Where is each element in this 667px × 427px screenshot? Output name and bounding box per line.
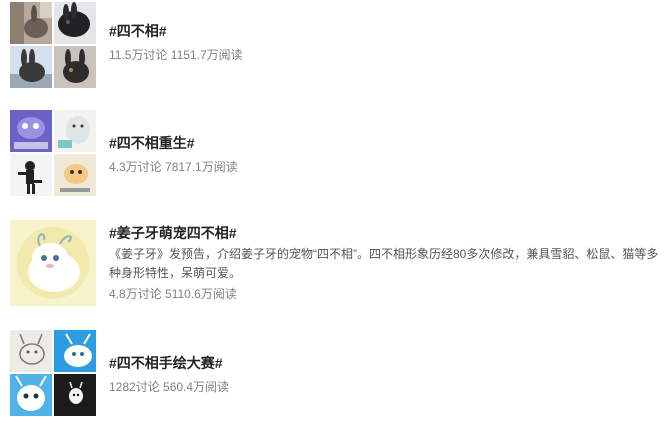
topic-description: 《姜子牙》发预告，介绍姜子牙的宠物“四不相”。四不相形象历经80多次修改，兼具雪… <box>109 247 659 280</box>
topic-title-link[interactable]: #姜子牙萌宠四不相# <box>109 224 657 242</box>
topic-stats: 1282讨论 560.4万阅读 <box>109 380 230 394</box>
topic-thumbnail-grid[interactable] <box>10 330 96 416</box>
topic-item[interactable]: #四不相重生# 4.3万讨论 7817.1万阅读 <box>0 108 667 198</box>
rabbit-photo-4 <box>54 46 96 88</box>
topic-title-link[interactable]: #四不相重生# <box>109 134 657 152</box>
meme-image-3 <box>10 154 52 196</box>
blue-goat-art-2 <box>10 374 52 416</box>
topic-item[interactable]: #四不相# 11.5万讨论 1151.7万阅读 <box>0 0 667 90</box>
meme-image-1 <box>10 110 52 152</box>
topic-stats: 4.8万讨论 5110.6万阅读 <box>109 287 237 301</box>
sibuxiang-character-art[interactable] <box>10 220 96 306</box>
rabbit-photo-3 <box>10 46 52 88</box>
meme-image-4 <box>54 154 96 196</box>
meme-image-2 <box>54 110 96 152</box>
topic-thumbnail-grid[interactable] <box>10 2 96 88</box>
topic-stats: 11.5万讨论 1151.7万阅读 <box>109 48 243 62</box>
rabbit-photo-1 <box>10 2 52 44</box>
topic-title-link[interactable]: #四不相手绘大赛# <box>109 354 657 372</box>
topic-item[interactable]: #姜子牙萌宠四不相# 《姜子牙》发预告，介绍姜子牙的宠物“四不相”。四不相形象历… <box>0 218 667 308</box>
topic-stats: 4.3万讨论 7817.1万阅读 <box>109 160 238 174</box>
sketch-drawing <box>10 330 52 372</box>
dark-sketch-art <box>54 374 96 416</box>
topic-title-link[interactable]: #四不相# <box>109 22 657 40</box>
blue-goat-art-1 <box>54 330 96 372</box>
topic-thumbnail-grid[interactable] <box>10 110 96 196</box>
rabbit-photo-2 <box>54 2 96 44</box>
topic-item[interactable]: #四不相手绘大赛# 1282讨论 560.4万阅读 <box>0 328 667 420</box>
